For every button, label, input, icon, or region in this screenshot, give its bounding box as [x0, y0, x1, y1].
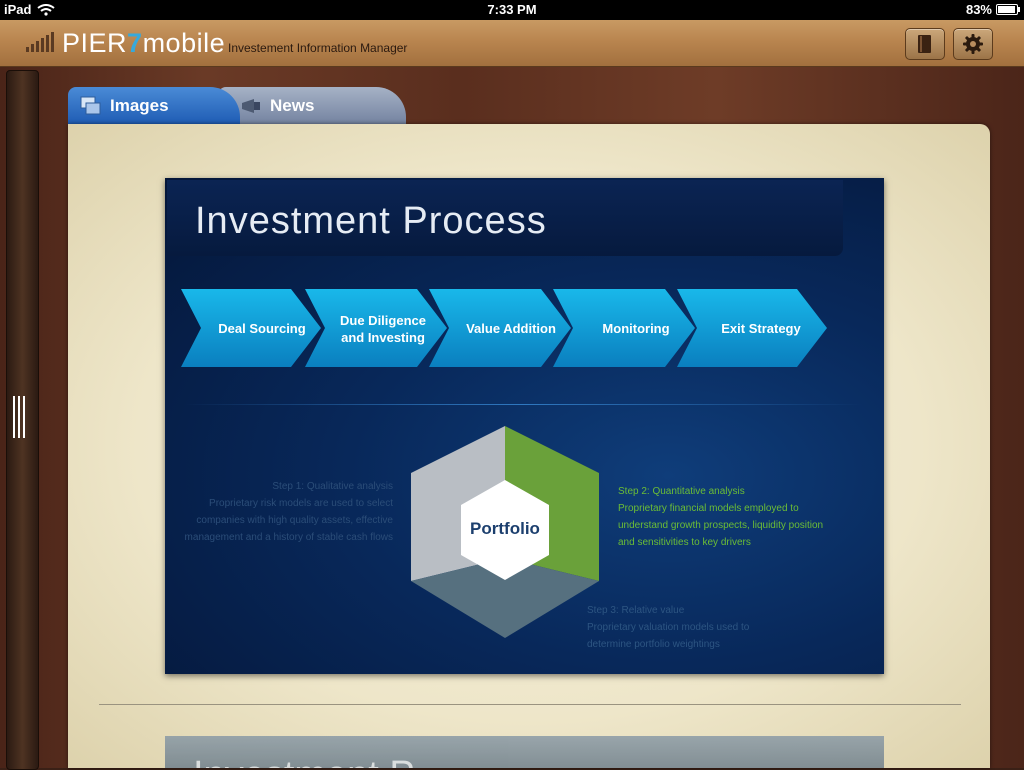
- process-label-monitoring: Monitoring: [602, 321, 669, 336]
- step1-text: Step 1: Qualitative analysis Proprietary…: [175, 478, 393, 546]
- step3-text: Step 3: Relative value Proprietary valua…: [587, 602, 817, 653]
- battery-percent: 83%: [965, 2, 992, 17]
- logo-mobile: mobile: [142, 28, 226, 58]
- app-header: PIER7mobile Investement Information Mana…: [0, 20, 1024, 67]
- step2-title: Step 2: Quantitative analysis: [618, 486, 745, 497]
- process-label-and-investing: and Investing: [341, 330, 425, 345]
- slide-separator: [99, 704, 961, 705]
- step3-title: Step 3: Relative value: [587, 605, 685, 616]
- portfolio-label: Portfolio: [470, 519, 540, 538]
- library-button[interactable]: [905, 28, 945, 60]
- tab-images[interactable]: Images: [68, 87, 240, 124]
- next-slide-title: Investment P: [193, 754, 415, 768]
- step2-line2: understand growth prospects, liquidity p…: [618, 520, 824, 531]
- step3-line1: Proprietary valuation models used to: [587, 622, 750, 633]
- tab-news[interactable]: News: [218, 87, 406, 124]
- battery-icon: [996, 4, 1020, 15]
- step2-line3: and sensitivities to key drivers: [618, 537, 751, 548]
- step3-line2: determine portfolio weightings: [587, 639, 720, 650]
- process-label-deal-sourcing: Deal Sourcing: [218, 321, 305, 336]
- step1-title: Step 1: Qualitative analysis: [272, 481, 393, 492]
- grip-lines-icon: [13, 396, 25, 438]
- step2-line1: Proprietary financial models employed to: [618, 503, 799, 514]
- gear-icon: [963, 34, 983, 54]
- step1-line2: companies with high quality assets, effe…: [196, 515, 393, 526]
- logo-pier: PIER: [62, 28, 128, 58]
- process-label-exit-strategy: Exit Strategy: [721, 321, 801, 336]
- next-slide-image[interactable]: Investment P: [165, 736, 884, 768]
- step1-line1: Proprietary risk models are used to sele…: [209, 498, 393, 509]
- process-label-due-diligence: Due Diligence: [340, 313, 426, 328]
- process-arrow-2: [305, 289, 447, 367]
- settings-button[interactable]: [953, 28, 993, 60]
- signal-bars-icon: [26, 32, 54, 52]
- images-panel: Investment Process Deal Sourcing Due Dil…: [68, 124, 990, 768]
- slide-divider-line: [183, 404, 863, 405]
- process-label-value-addition: Value Addition: [466, 321, 556, 336]
- logo-seven: 7: [127, 28, 143, 58]
- tab-images-label: Images: [110, 95, 169, 115]
- status-bar: iPad 7:33 PM 83%: [0, 0, 1024, 20]
- process-diagram: Deal Sourcing Due Diligence and Investin…: [181, 289, 827, 638]
- app-subtitle: Investement Information Manager: [228, 41, 408, 55]
- step2-text: Step 2: Quantitative analysis Proprietar…: [618, 483, 848, 551]
- book-icon: [918, 35, 931, 53]
- status-right: 83%: [965, 2, 1020, 17]
- images-icon: [80, 96, 101, 114]
- tab-news-label: News: [270, 95, 315, 115]
- step1-line3: management and a history of stable cash …: [184, 532, 393, 543]
- app-logo: PIER7mobile: [62, 28, 225, 59]
- slide-image[interactable]: Investment Process Deal Sourcing Due Dil…: [165, 178, 884, 674]
- clock: 7:33 PM: [487, 2, 537, 17]
- side-drawer-handle[interactable]: [6, 70, 39, 770]
- megaphone-icon: [242, 98, 260, 113]
